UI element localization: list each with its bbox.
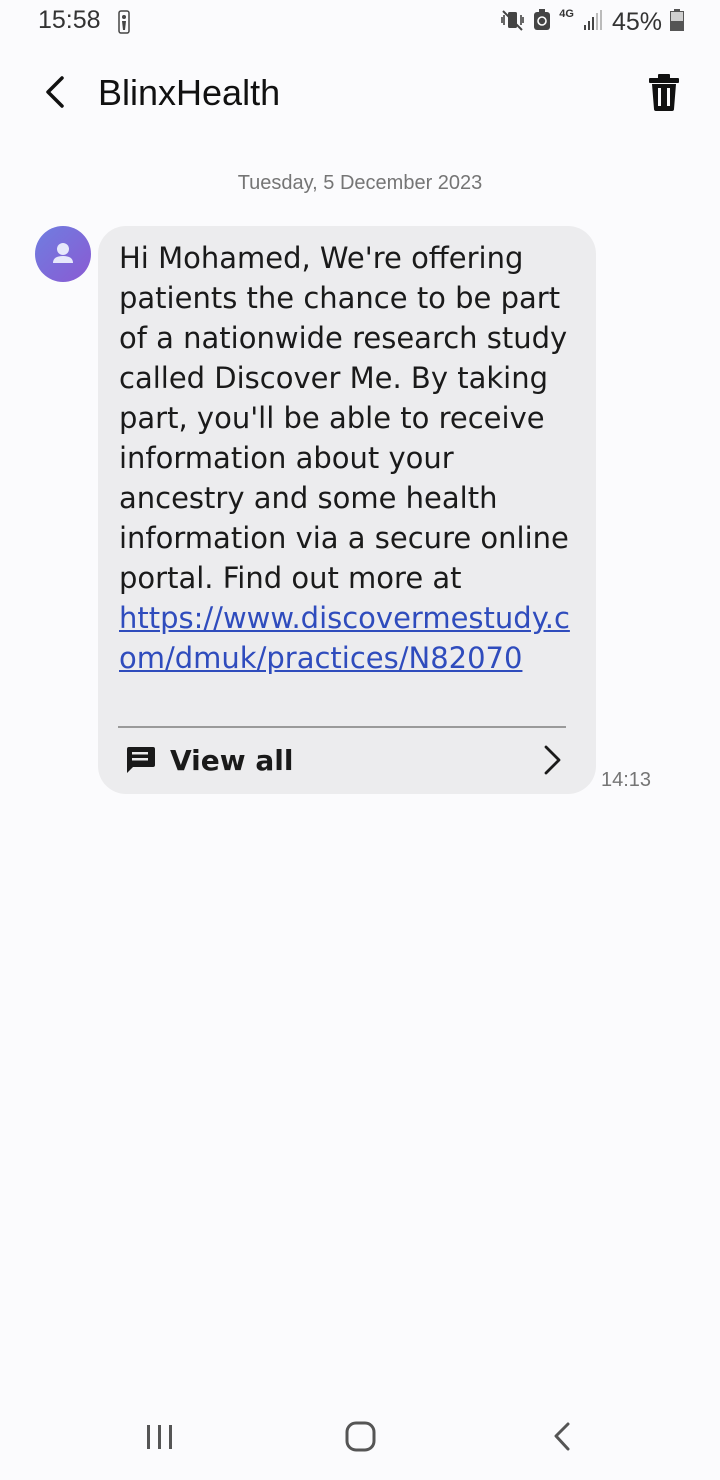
view-all-button[interactable]: View all bbox=[98, 728, 596, 794]
recent-apps-button[interactable] bbox=[130, 1414, 190, 1460]
message-link[interactable]: https://www.discovermestudy.com/dmuk/pra… bbox=[119, 601, 570, 675]
back-arrow-icon bbox=[554, 1422, 570, 1451]
nba-icon bbox=[118, 10, 130, 39]
message-icon bbox=[124, 745, 156, 780]
navigation-bar bbox=[0, 1396, 720, 1480]
message-text: Hi Mohamed, We're offering patients the … bbox=[119, 238, 579, 678]
back-button[interactable] bbox=[36, 72, 76, 112]
signal-icon bbox=[582, 9, 604, 36]
status-icons: 4G 45% bbox=[501, 6, 684, 38]
status-time: 15:58 bbox=[38, 6, 101, 34]
view-all-label: View all bbox=[170, 744, 294, 777]
message-bubble[interactable]: Hi Mohamed, We're offering patients the … bbox=[98, 226, 596, 794]
contact-name: BlinxHealth bbox=[98, 72, 281, 113]
network-type: 4G bbox=[559, 8, 574, 20]
chevron-right-icon bbox=[542, 744, 562, 781]
home-icon bbox=[345, 1421, 376, 1452]
avatar[interactable] bbox=[35, 226, 91, 282]
status-bar: 15:58 4G 45% bbox=[0, 0, 720, 44]
nav-back-button[interactable] bbox=[532, 1414, 592, 1460]
battery-icon bbox=[670, 8, 684, 36]
data-saver-icon bbox=[533, 8, 551, 36]
conversation-header: BlinxHealth bbox=[0, 60, 720, 124]
message-time: 14:13 bbox=[601, 769, 652, 791]
chevron-left-icon bbox=[46, 76, 64, 108]
home-button[interactable] bbox=[330, 1414, 390, 1460]
mute-vibrate-icon bbox=[501, 9, 525, 36]
recent-apps-icon bbox=[147, 1425, 172, 1449]
message-body: Hi Mohamed, We're offering patients the … bbox=[119, 241, 569, 595]
date-separator: Tuesday, 5 December 2023 bbox=[237, 172, 483, 194]
person-icon bbox=[53, 243, 73, 263]
delete-button[interactable] bbox=[646, 72, 682, 112]
trash-icon bbox=[649, 74, 679, 111]
battery-percentage: 45% bbox=[611, 7, 662, 36]
